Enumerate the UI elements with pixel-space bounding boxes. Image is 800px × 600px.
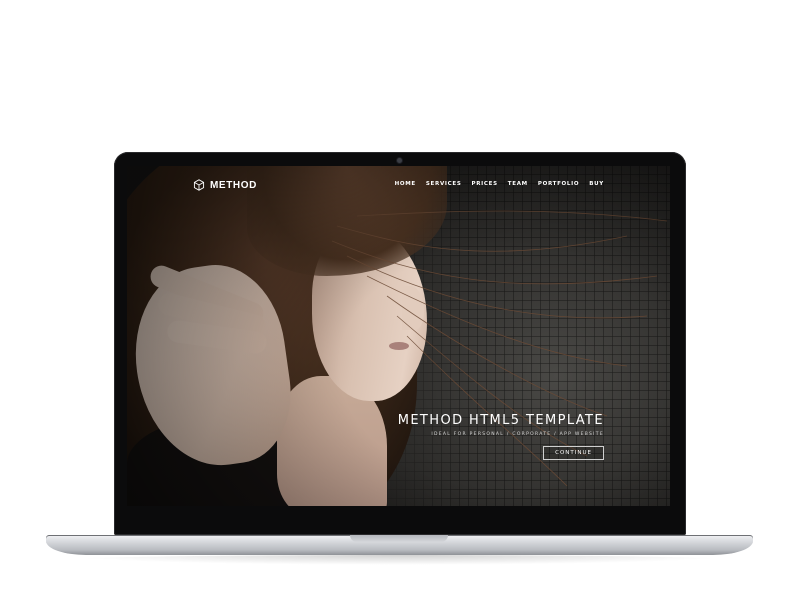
laptop-base xyxy=(46,535,753,555)
nav-item-team[interactable]: TEAM xyxy=(508,181,528,187)
nav-item-buy[interactable]: BUY xyxy=(589,181,604,187)
main-menu: HOME SERVICES PRICES TEAM PORTFOLIO BUY xyxy=(395,181,604,187)
nav-item-home[interactable]: HOME xyxy=(395,181,416,187)
hero-caption: METHOD HTML5 TEMPLATE IDEAL FOR PERSONAL… xyxy=(398,413,604,460)
hero-title: METHOD HTML5 TEMPLATE xyxy=(397,413,604,428)
brand-logo-link[interactable]: METHOD xyxy=(193,179,257,191)
page-canvas: METHOD HOME SERVICES PRICES TEAM PORTFOL… xyxy=(0,0,800,600)
webcam-icon xyxy=(397,158,402,163)
site-navbar: METHOD HOME SERVICES PRICES TEAM PORTFOL… xyxy=(127,166,670,206)
laptop-lid: METHOD HOME SERVICES PRICES TEAM PORTFOL… xyxy=(114,152,686,535)
laptop-screen: METHOD HOME SERVICES PRICES TEAM PORTFOL… xyxy=(127,166,670,506)
nav-item-portfolio[interactable]: PORTFOLIO xyxy=(538,181,579,187)
laptop-shadow xyxy=(60,555,740,565)
hero-subtitle: IDEAL FOR PERSONAL / CORPORATE / APP WEB… xyxy=(431,432,604,437)
nav-item-services[interactable]: SERVICES xyxy=(426,181,462,187)
brand-name: METHOD xyxy=(210,179,257,191)
laptop-base-notch xyxy=(350,535,448,542)
nav-item-prices[interactable]: PRICES xyxy=(472,181,498,187)
hexagon-cube-icon xyxy=(193,179,205,191)
continue-button[interactable]: CONTINUE xyxy=(543,446,604,460)
